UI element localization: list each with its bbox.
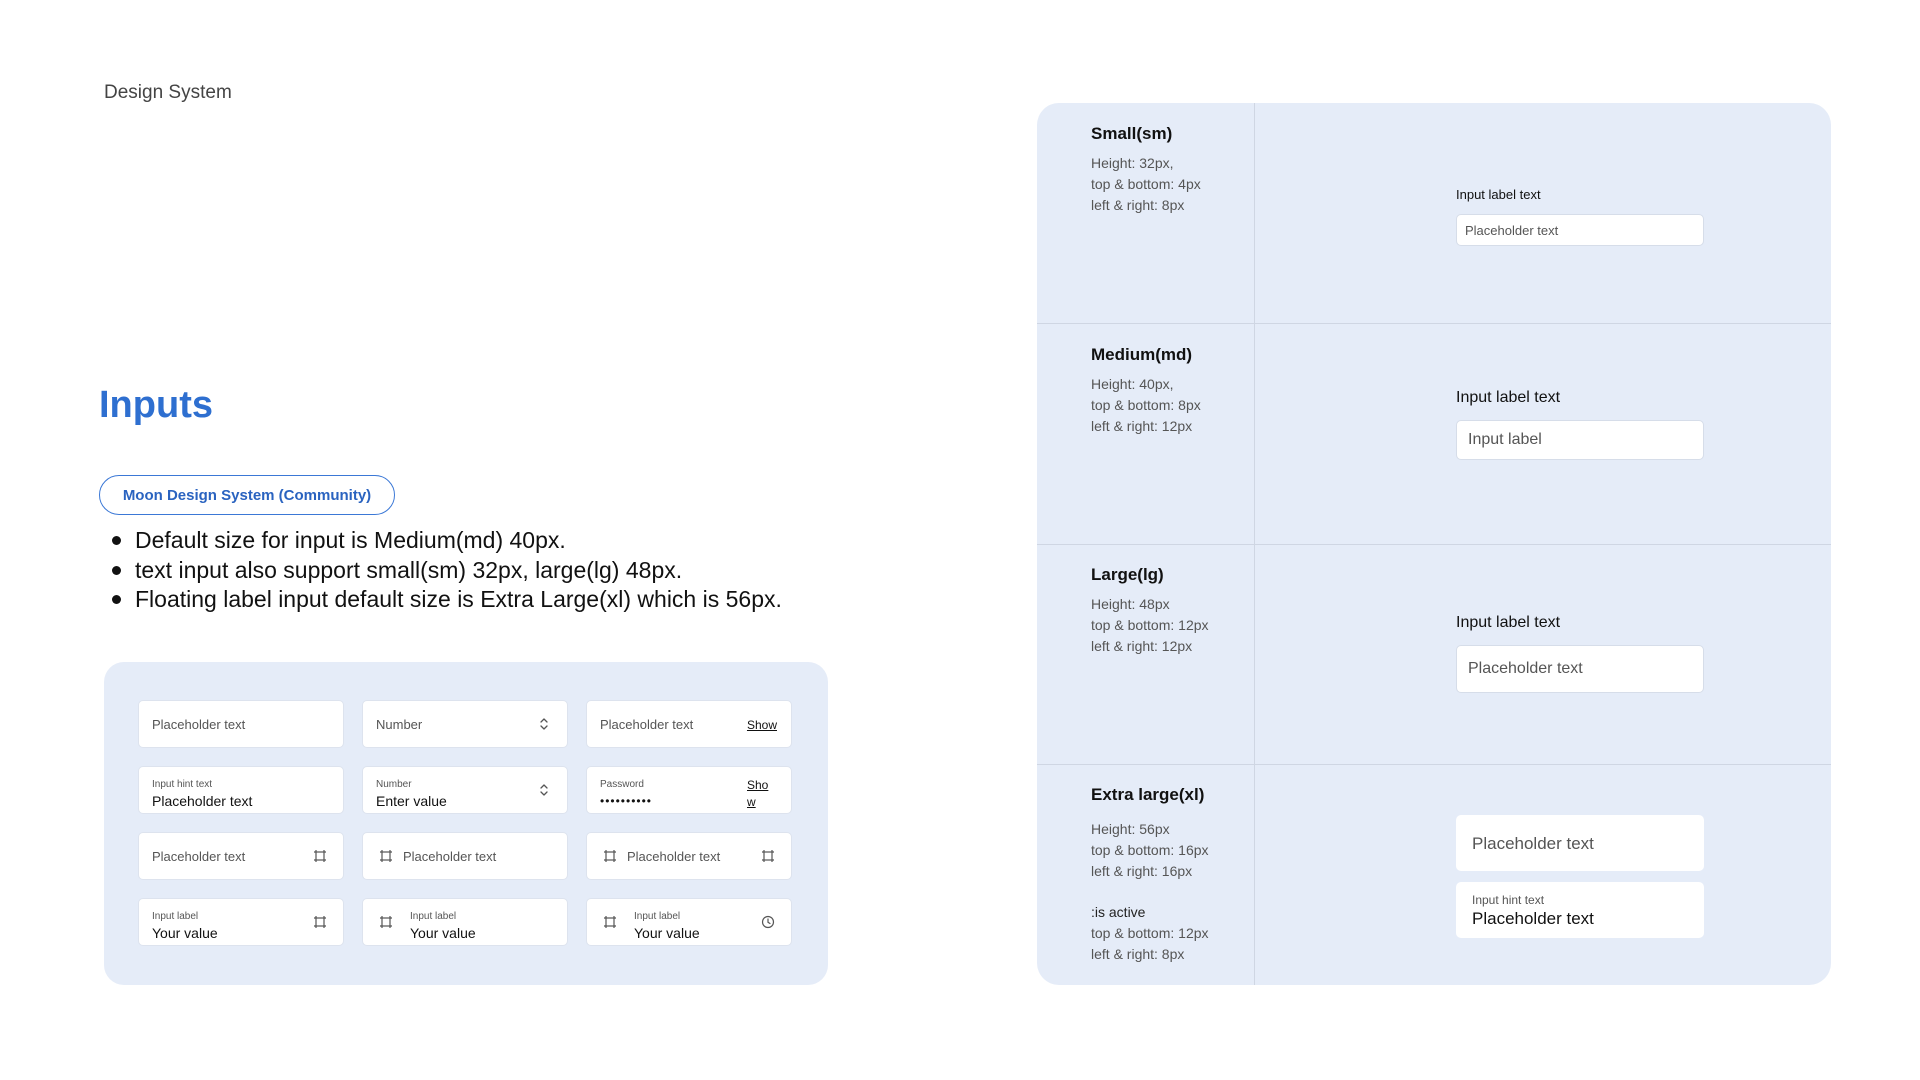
placeholder: Placeholder text <box>1472 834 1594 853</box>
input-xl[interactable]: Placeholder text <box>1456 815 1704 871</box>
crop-frame-icon <box>380 916 392 928</box>
page-title: Inputs <box>99 384 213 426</box>
bullet-text: Floating label input default size is Ext… <box>135 586 782 612</box>
placeholder: Placeholder text <box>152 717 246 732</box>
hint-number-input[interactable]: Number Enter value <box>362 766 568 814</box>
input-label-sm: Input label text <box>1456 187 1541 202</box>
hint-text-input[interactable]: Input hint text Placeholder text <box>138 766 344 814</box>
placeholder: Placeholder text <box>403 849 497 864</box>
input-hint: Input hint text <box>152 779 213 790</box>
placeholder: Number <box>376 717 423 732</box>
crop-frame-icon <box>604 916 616 928</box>
size-spec-panel: Small(sm) Height: 32px, top & bottom: 4p… <box>1037 103 1831 985</box>
label-icon-left-input[interactable]: Input label Your value <box>362 898 568 946</box>
number-input[interactable]: Number <box>362 700 568 748</box>
icon-right-input[interactable]: Placeholder text <box>138 832 344 880</box>
input-label-lg: Input label text <box>1456 614 1561 631</box>
input-label: Input label <box>152 911 199 922</box>
label-icon-both-input[interactable]: Input label Your value <box>586 898 792 946</box>
bullet-text: text input also support small(sm) 32px, … <box>135 556 683 583</box>
clock-icon[interactable] <box>761 915 775 929</box>
placeholder: Placeholder text <box>1468 660 1583 677</box>
hint-password-input[interactable]: Password •••••••••• Show <box>586 766 792 814</box>
bullet-item: text input also support small(sm) 32px, … <box>112 556 782 586</box>
placeholder: Placeholder text <box>1465 223 1559 238</box>
size-desc-lg: Height: 48px top & bottom: 12px left & r… <box>1091 594 1209 657</box>
crop-frame-icon <box>762 850 774 862</box>
input-label: Input label <box>410 911 457 922</box>
placeholder: Placeholder text <box>600 717 694 732</box>
size-title-xl: Extra large(xl) <box>1091 785 1205 804</box>
input-value: Placeholder text <box>152 793 253 809</box>
input-hint: Input hint text <box>1472 893 1545 907</box>
input-value: Enter value <box>376 793 447 809</box>
row-divider <box>1037 323 1831 324</box>
desc-line: Height: 56px <box>1091 821 1170 837</box>
bullet-item: Floating label input default size is Ext… <box>112 585 782 615</box>
size-desc-md: Height: 40px, top & bottom: 8px left & r… <box>1091 374 1201 437</box>
desc-line: Height: 32px, <box>1091 155 1174 171</box>
input-hint: Password <box>600 779 644 790</box>
chevron-updown-icon[interactable] <box>537 783 551 797</box>
desc-line: Height: 40px, <box>1091 376 1174 392</box>
source-tag[interactable]: Moon Design System (Community) <box>99 475 395 515</box>
placeholder: Input label <box>1468 431 1542 448</box>
bullet-dot <box>112 595 121 605</box>
desc-line: left & right: 8px <box>1091 946 1185 962</box>
desc-line: Height: 48px <box>1091 596 1170 612</box>
text-input[interactable]: Placeholder text <box>138 700 344 748</box>
desc-line: left & right: 8px <box>1091 197 1185 213</box>
input-value: Your value <box>410 925 476 941</box>
crop-frame-icon <box>314 916 326 928</box>
size-desc-xl-active: :is active top & bottom: 12px left & rig… <box>1091 902 1209 965</box>
placeholder: Placeholder text <box>627 849 721 864</box>
input-label-md: Input label text <box>1456 389 1561 406</box>
icon-both-input[interactable]: Placeholder text <box>586 832 792 880</box>
input-lg[interactable]: Placeholder text <box>1456 645 1704 693</box>
size-desc-sm: Height: 32px, top & bottom: 4px left & r… <box>1091 153 1201 216</box>
input-value: Placeholder text <box>1472 909 1594 928</box>
desc-line: top & bottom: 16px <box>1091 842 1209 858</box>
input-hint: Number <box>376 779 412 790</box>
size-title-sm: Small(sm) <box>1091 124 1173 143</box>
show-password-link[interactable]: Show <box>747 777 769 811</box>
row-divider <box>1037 544 1831 545</box>
crop-frame-icon <box>604 850 616 862</box>
show-password-link[interactable]: Show <box>747 718 777 732</box>
crop-frame-icon <box>314 850 326 862</box>
password-dots: •••••••••• <box>600 794 653 808</box>
brand-title: Design System <box>104 82 232 103</box>
bullet-dot <box>112 536 121 546</box>
input-sm[interactable]: Placeholder text <box>1456 214 1704 246</box>
desc-line: left & right: 16px <box>1091 863 1193 879</box>
desc-line: :is active <box>1091 904 1146 920</box>
desc-line: top & bottom: 12px <box>1091 925 1209 941</box>
placeholder: Placeholder text <box>152 849 246 864</box>
examples-panel: Placeholder text Number Placeholder text… <box>104 662 828 985</box>
bullet-list: Default size for input is Medium(md) 40p… <box>112 526 782 615</box>
desc-line: left & right: 12px <box>1091 638 1193 654</box>
password-input[interactable]: Placeholder text Show <box>586 700 792 748</box>
input-xl-active[interactable]: Input hint text Placeholder text <box>1456 882 1704 938</box>
input-label: Input label <box>634 911 681 922</box>
icon-left-input[interactable]: Placeholder text <box>362 832 568 880</box>
crop-frame-icon <box>380 850 392 862</box>
input-value: Your value <box>634 925 700 941</box>
bullet-text: Default size for input is Medium(md) 40p… <box>135 527 566 553</box>
row-divider <box>1037 764 1831 765</box>
desc-line: top & bottom: 12px <box>1091 617 1209 633</box>
chevron-updown-icon[interactable] <box>537 717 551 731</box>
input-md[interactable]: Input label <box>1456 420 1704 460</box>
label-icon-right-input[interactable]: Input label Your value <box>138 898 344 946</box>
bullet-item: Default size for input is Medium(md) 40p… <box>112 526 782 556</box>
size-title-lg: Large(lg) <box>1091 565 1164 584</box>
desc-line: top & bottom: 8px <box>1091 397 1201 413</box>
size-desc-xl: Height: 56px top & bottom: 16px left & r… <box>1091 819 1209 882</box>
input-value: Your value <box>152 925 218 941</box>
desc-line: top & bottom: 4px <box>1091 176 1201 192</box>
desc-line: left & right: 12px <box>1091 418 1193 434</box>
bullet-dot <box>112 565 121 575</box>
size-title-md: Medium(md) <box>1091 345 1193 364</box>
